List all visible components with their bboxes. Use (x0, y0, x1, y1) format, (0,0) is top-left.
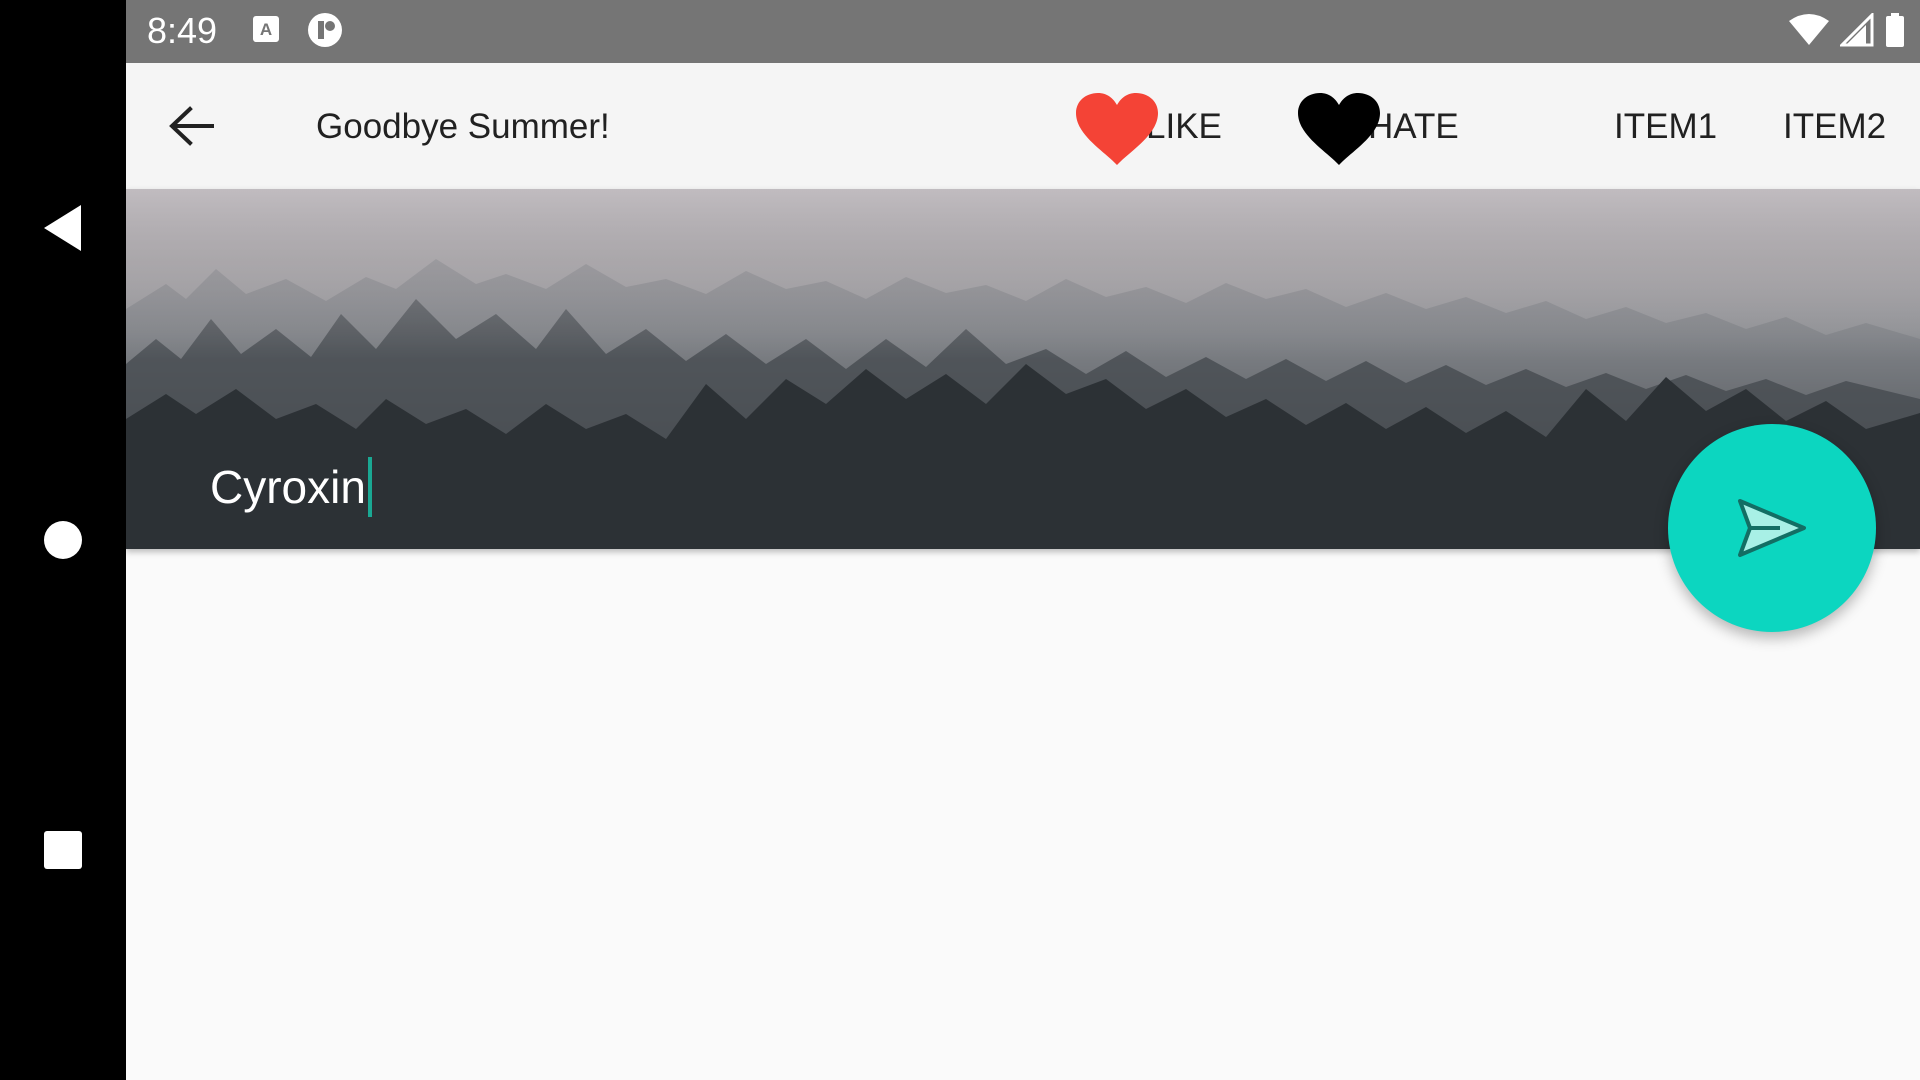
like-action[interactable]: LIKE (1076, 93, 1222, 165)
item2-label: ITEM2 (1783, 107, 1887, 146)
recents-square-icon (44, 831, 82, 869)
app-screen: 8:49 A Goodbye Summer! LIKE HATE ITEM1 I… (126, 0, 1920, 1080)
arrow-left-icon (169, 106, 214, 146)
navigation-bar (0, 0, 126, 1080)
header-title-text: Cyroxin (210, 461, 366, 513)
foggy-forest-image (126, 189, 1920, 549)
text-cursor (367, 457, 372, 517)
keyboard-a-icon: A (253, 16, 279, 42)
header-image: Cyroxin (126, 189, 1920, 549)
nav-home-button[interactable] (0, 480, 126, 600)
back-triangle-icon (44, 205, 81, 251)
page-title: Goodbye Summer! (316, 107, 610, 146)
svg-text:A: A (260, 20, 272, 39)
status-time: 8:49 (147, 10, 218, 51)
back-button[interactable] (166, 101, 216, 151)
battery-icon (1886, 13, 1904, 47)
home-circle-icon (44, 521, 82, 559)
item1-action[interactable]: ITEM1 (1614, 103, 1717, 151)
cellular-signal-icon (1840, 13, 1874, 47)
send-fab[interactable] (1668, 424, 1876, 632)
header-title-input[interactable]: Cyroxin (210, 457, 372, 517)
heart-icon (1298, 93, 1380, 165)
wifi-icon (1789, 14, 1829, 45)
status-right-icons (1788, 12, 1906, 48)
nav-back-button[interactable] (0, 168, 126, 288)
nav-recents-button[interactable] (0, 790, 126, 910)
item2-action[interactable]: ITEM2 (1783, 103, 1886, 151)
send-icon (1738, 499, 1806, 557)
notification-badge-icon (308, 13, 342, 47)
status-bar: 8:49 A (126, 0, 1920, 63)
heart-icon (1076, 93, 1158, 165)
app-toolbar: Goodbye Summer! LIKE HATE ITEM1 ITEM2 (126, 63, 1920, 189)
item1-label: ITEM1 (1614, 107, 1718, 146)
hate-action[interactable]: HATE (1298, 93, 1459, 165)
